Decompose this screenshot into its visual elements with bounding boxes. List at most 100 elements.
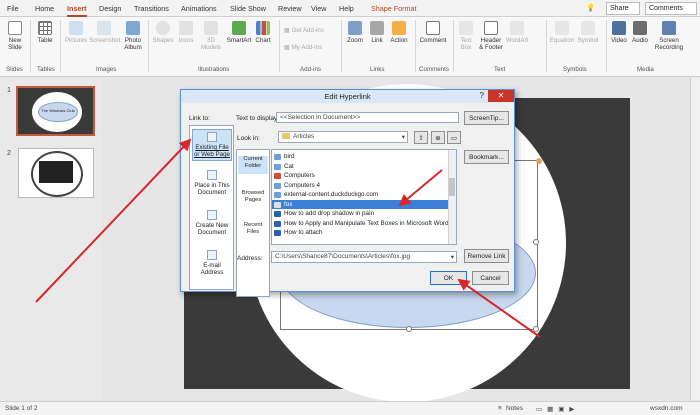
resize-handle[interactable]	[533, 326, 539, 332]
wordart-button[interactable]: WordArt	[505, 21, 529, 44]
file-item[interactable]: Computers	[272, 171, 450, 181]
lightbulb-icon[interactable]: 💡	[586, 3, 595, 12]
comment-button[interactable]: Comment	[418, 21, 448, 44]
vertical-scrollbar[interactable]	[690, 78, 700, 400]
equation-button[interactable]: Equation	[549, 21, 575, 44]
resize-handle[interactable]	[533, 239, 539, 245]
globe-icon: ⊕	[435, 135, 441, 142]
comments-button[interactable]: Comments	[645, 2, 697, 15]
smartart-icon	[232, 21, 246, 35]
pictures-button[interactable]: Pictures	[63, 21, 89, 44]
remove-link-button[interactable]: Remove Link	[464, 249, 509, 263]
file-item[interactable]: Cat	[272, 162, 450, 172]
view-buttons-icon[interactable]: ▭▦▣▶	[536, 405, 579, 413]
file-item[interactable]: Computers 4	[272, 181, 450, 191]
chart-button[interactable]: Chart	[253, 21, 273, 44]
link-to-existing-file[interactable]: Existing File or Web Page	[192, 129, 232, 161]
cube-icon	[204, 21, 218, 35]
chart-label: Chart	[255, 37, 271, 44]
action-button[interactable]: Action	[388, 21, 410, 44]
tab-shape-format[interactable]: Shape Format	[371, 4, 417, 13]
open-folder-icon: ▭	[450, 135, 458, 142]
notes-button[interactable]: Notes	[506, 405, 523, 412]
help-icon[interactable]: ?	[480, 91, 484, 100]
symbol-button[interactable]: Symbol	[576, 21, 600, 44]
3d-models-button[interactable]: 3D Models	[198, 21, 224, 51]
group-illustrations: Illustrations	[198, 66, 230, 73]
close-button[interactable]: ✕	[488, 90, 514, 102]
screenshot-label: Screenshot	[89, 37, 121, 44]
browsed-pages-button[interactable]: Browsed Pages	[238, 190, 268, 204]
scrollbar-thumb[interactable]	[449, 178, 455, 196]
table-label: Table	[37, 37, 53, 44]
zoom-button[interactable]: Zoom	[344, 21, 366, 44]
video-button[interactable]: Video	[609, 21, 629, 44]
link-to-place-in-document[interactable]: Place in This Document	[192, 170, 232, 196]
file-item[interactable]: bird	[272, 152, 450, 162]
smartart-button[interactable]: SmartArt	[226, 21, 252, 44]
rotate-handle[interactable]	[536, 158, 542, 164]
table-button[interactable]: Table	[34, 21, 56, 44]
text-box-button[interactable]: Text Box	[456, 21, 476, 51]
symbol-label: Symbol	[577, 37, 599, 44]
recent-files-button[interactable]: Recent Files	[238, 222, 268, 236]
ok-button[interactable]: OK	[430, 271, 467, 285]
cancel-button[interactable]: Cancel	[472, 271, 509, 285]
screen-recording-label: Screen Recording	[654, 37, 684, 51]
tab-insert[interactable]: Insert	[67, 4, 87, 17]
screen-recording-button[interactable]: Screen Recording	[652, 21, 686, 51]
bookmark-button[interactable]: Bookmark...	[464, 150, 509, 164]
tab-transitions[interactable]: Transitions	[134, 4, 169, 13]
browse-web-button[interactable]: ⊕	[431, 131, 445, 144]
shapes-button[interactable]: Shapes	[151, 21, 175, 44]
file-item[interactable]: How to attach	[272, 228, 450, 238]
tab-file[interactable]: File	[7, 4, 19, 13]
slide-thumbnail-1[interactable]: The Windows Club	[16, 86, 95, 136]
file-item[interactable]: How to Apply and Manipulate Text Boxes i…	[272, 219, 450, 229]
header-footer-button[interactable]: Header & Footer	[478, 21, 504, 51]
link-to-create-new-document[interactable]: Create New Document	[192, 210, 232, 236]
photo-album-label: Photo Album	[124, 37, 142, 51]
slide-thumbnail-2[interactable]	[18, 148, 94, 198]
audio-button[interactable]: Audio	[630, 21, 650, 44]
tab-home[interactable]: Home	[35, 4, 54, 13]
header-footer-icon	[484, 21, 498, 35]
look-in-label: Look in:	[237, 135, 260, 142]
ribbon-divider	[606, 20, 607, 72]
link-to-email-address[interactable]: E-mail Address	[192, 250, 232, 276]
resize-handle[interactable]	[406, 326, 412, 332]
word-file-icon	[274, 211, 281, 217]
screenshot-button[interactable]: Screenshot	[89, 21, 121, 44]
current-folder-button[interactable]: Current Folder	[238, 156, 268, 174]
address-input[interactable]: C:\Users\Shance87\Documents\Articles\fox…	[271, 251, 457, 263]
photo-album-button[interactable]: Photo Album	[120, 21, 146, 51]
new-slide-button[interactable]: New Slide	[4, 21, 26, 51]
share-button[interactable]: Share	[606, 2, 640, 15]
get-addins-button[interactable]: ▦ Get Add-ins	[284, 27, 324, 34]
globe-file-icon	[207, 132, 217, 142]
my-addins-button[interactable]: ▦ My Add-ins	[284, 44, 322, 51]
group-tables: Tables	[37, 66, 55, 73]
look-in-dropdown[interactable]: Articles ▾	[278, 131, 408, 143]
text-display-input[interactable]: <<Selection in Document>>	[276, 112, 459, 123]
tab-help[interactable]: Help	[339, 4, 354, 13]
tab-review[interactable]: Review	[278, 4, 302, 13]
word-file-icon	[274, 220, 281, 227]
file-list-scrollbar[interactable]	[448, 150, 456, 244]
file-item-selected[interactable]: fox	[272, 199, 450, 209]
tab-design[interactable]: Design	[99, 4, 121, 13]
up-folder-button[interactable]: ⇧	[414, 131, 428, 144]
file-item[interactable]: How to add drop shadow in pain	[272, 209, 450, 219]
tab-view[interactable]: View	[311, 4, 326, 13]
pi-icon	[555, 21, 569, 35]
browse-file-button[interactable]: ▭	[447, 131, 461, 144]
tab-slide-show[interactable]: Slide Show	[230, 4, 266, 13]
icons-button[interactable]: Icons	[176, 21, 196, 44]
file-list[interactable]: bird Cat Computers Computers 4 external-…	[271, 149, 457, 245]
link-button[interactable]: Link	[367, 21, 387, 44]
word-file-icon	[274, 230, 281, 236]
tab-animations[interactable]: Animations	[181, 4, 217, 13]
file-item[interactable]: external-content.duckduckgo.com	[272, 190, 450, 200]
screentip-button[interactable]: ScreenTip...	[464, 111, 509, 125]
action-icon	[392, 21, 406, 35]
